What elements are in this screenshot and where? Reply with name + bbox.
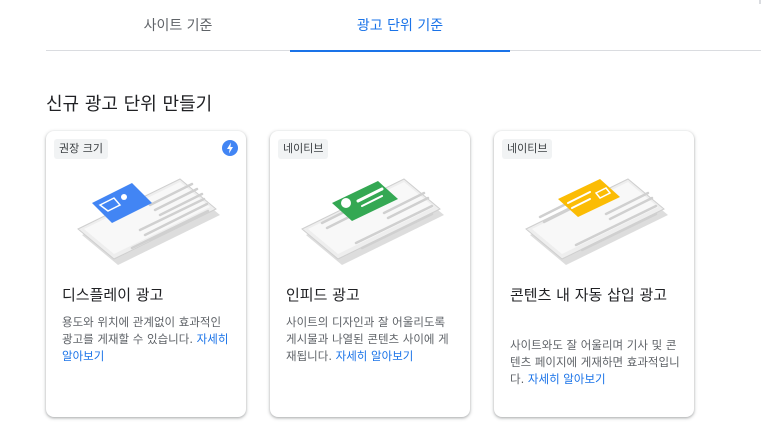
card-title: 인피드 광고 [286,286,360,304]
lightning-icon [222,140,238,156]
native-chip: 네이티브 [278,139,329,159]
card-title: 디스플레이 광고 [62,286,164,304]
recommended-size-chip: 권장 크기 [54,139,108,159]
learn-more-link[interactable]: 자세히 알아보기 [336,349,414,363]
tab-ad-unit[interactable]: 광고 단위 기준 [290,0,510,52]
native-chip: 네이티브 [502,139,553,159]
display-ad-illustration [77,178,220,265]
in-feed-ad-illustration [301,178,444,265]
card-description: 용도와 위치에 관계없이 효과적인 광고를 게재할 수 있습니다. 자세히 알아… [62,315,229,363]
card-description: 사이트의 디자인과 잘 어울리도록 게시물과 나열된 콘텐츠 사이에 게재됩니다… [286,315,449,363]
card-description: 사이트와도 잘 어울리며 기사 및 콘텐츠 페이지에 게재하면 효과적입니다. … [510,338,680,386]
learn-more-link[interactable]: 자세히 알아보기 [528,372,606,386]
in-article-ad-illustration [525,178,668,265]
in-article-ad-card[interactable]: 네이티브 콘텐츠 내 자동 삽입 광고 사이트와도 잘 어울리며 기사 및 콘텐… [494,131,694,417]
tab-bar: 사이트 기준 광고 단위 기준 [46,0,761,52]
tab-site[interactable]: 사이트 기준 [68,0,288,51]
display-ad-card[interactable]: 권장 크기 디스플레이 광고 용도와 위치에 관계없이 효과적인 광고를 게재할… [46,131,246,417]
in-feed-ad-card[interactable]: 네이티브 인피드 광고 사이트의 디자인과 잘 어울리도록 게시물과 나열된 콘… [270,131,470,417]
section-title: 신규 광고 단위 만들기 [46,94,213,115]
card-title: 콘텐츠 내 자동 삽입 광고 [510,286,668,304]
